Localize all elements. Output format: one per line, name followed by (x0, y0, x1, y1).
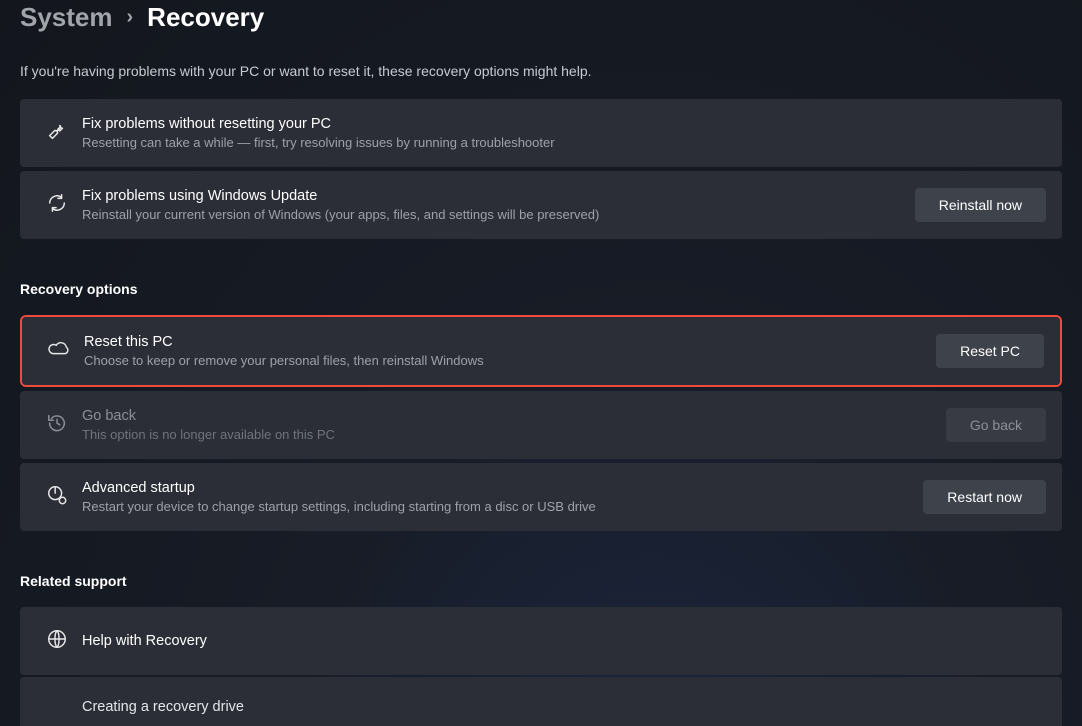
page-intro: If you're having problems with your PC o… (20, 63, 1062, 79)
go-back-button: Go back (946, 408, 1046, 442)
history-icon (46, 412, 68, 439)
fix-problems-windows-update-card: Fix problems using Windows Update Reinst… (20, 171, 1062, 239)
related-support-label: Related support (20, 573, 1062, 589)
card-subtitle: This option is no longer available on th… (82, 427, 942, 442)
reset-this-pc-card: Reset this PC Choose to keep or remove y… (22, 317, 1060, 385)
restart-now-button[interactable]: Restart now (923, 480, 1046, 514)
card-subtitle: Choose to keep or remove your personal f… (84, 353, 932, 368)
card-title: Advanced startup (82, 480, 919, 496)
card-subtitle: Reinstall your current version of Window… (82, 207, 911, 222)
recovery-options-label: Recovery options (20, 281, 1062, 297)
globe-icon (46, 628, 68, 655)
fix-problems-troubleshooter-card[interactable]: Fix problems without resetting your PC R… (20, 99, 1062, 167)
creating-recovery-drive-link[interactable]: Creating a recovery drive (20, 677, 1062, 726)
breadcrumb-current: Recovery (147, 2, 264, 33)
chevron-up-icon (1024, 630, 1046, 652)
card-title: Go back (82, 408, 942, 424)
chevron-right-icon: › (127, 6, 134, 29)
wrench-icon (46, 120, 68, 147)
help-with-recovery-card[interactable]: Help with Recovery (20, 607, 1062, 675)
card-subtitle: Resetting can take a while — first, try … (82, 135, 1020, 150)
card-title: Fix problems without resetting your PC (82, 116, 1020, 132)
sync-icon (46, 192, 68, 219)
power-gear-icon (46, 484, 68, 511)
reset-pc-button[interactable]: Reset PC (936, 334, 1044, 368)
card-subtitle: Restart your device to change startup se… (82, 499, 919, 514)
advanced-startup-card: Advanced startup Restart your device to … (20, 463, 1062, 531)
reset-this-pc-highlight: Reset this PC Choose to keep or remove y… (20, 315, 1062, 387)
breadcrumb: System › Recovery (20, 0, 1062, 33)
card-title: Reset this PC (84, 334, 932, 350)
card-title: Help with Recovery (82, 633, 1020, 649)
go-back-card: Go back This option is no longer availab… (20, 391, 1062, 459)
reset-cloud-icon (48, 338, 70, 365)
sub-item-title: Creating a recovery drive (82, 699, 1042, 715)
reinstall-now-button[interactable]: Reinstall now (915, 188, 1046, 222)
chevron-right-icon (1024, 122, 1046, 144)
breadcrumb-parent[interactable]: System (20, 2, 113, 33)
card-title: Fix problems using Windows Update (82, 188, 911, 204)
